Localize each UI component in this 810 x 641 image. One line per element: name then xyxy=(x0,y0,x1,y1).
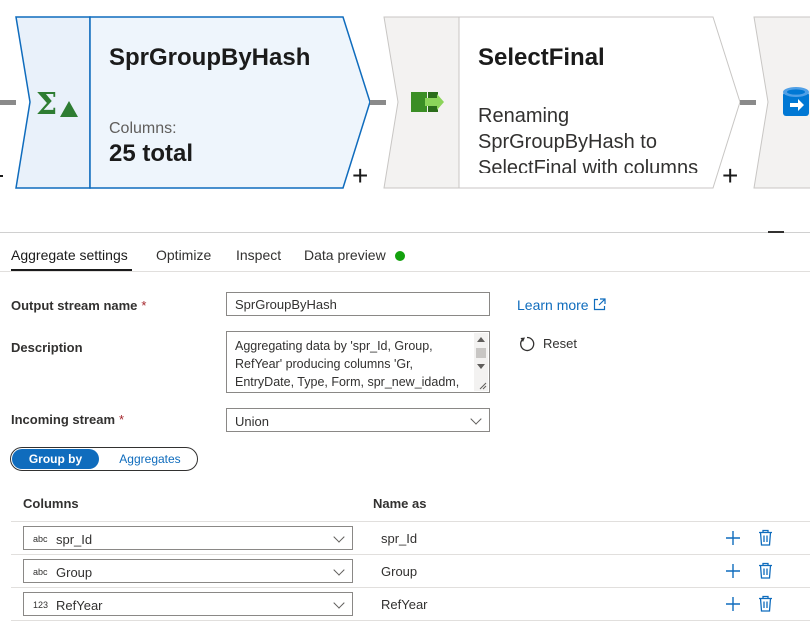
scroll-up-arrow[interactable] xyxy=(477,337,485,342)
column-value: Group xyxy=(56,565,93,580)
learn-more-text[interactable]: Learn more xyxy=(517,297,589,313)
type-tag: abc xyxy=(33,567,48,577)
chevron-down-icon xyxy=(333,597,345,609)
reset-button[interactable]: Reset xyxy=(543,336,577,351)
resize-grip-icon[interactable] xyxy=(479,382,487,390)
column-dropdown[interactable]: abc spr_Id xyxy=(23,526,353,550)
reset-icon[interactable] xyxy=(518,335,536,358)
delete-row-icon[interactable] xyxy=(758,595,773,617)
delete-row-icon[interactable] xyxy=(758,562,773,584)
node-sink-shape xyxy=(753,16,810,189)
incoming-stream-dropdown[interactable]: Union xyxy=(226,408,490,432)
groupby-aggregates-toggle[interactable]: Group by Aggregates xyxy=(10,447,198,471)
database-sink-icon xyxy=(782,86,810,125)
description-label: Description xyxy=(11,340,83,355)
description-textarea[interactable]: Aggregating data by 'spr_Id, Group, RefY… xyxy=(226,331,490,393)
tab-data-preview[interactable]: Data preview xyxy=(304,247,386,263)
tab-inspect[interactable]: Inspect xyxy=(236,247,281,263)
chevron-down-icon xyxy=(333,564,345,576)
grid-divider xyxy=(11,620,810,621)
name-as-header: Name as xyxy=(373,496,427,511)
grid-divider xyxy=(11,554,810,555)
tab-optimize[interactable]: Optimize xyxy=(156,247,211,263)
name-as-value[interactable]: Group xyxy=(381,564,417,579)
delete-row-icon[interactable] xyxy=(758,529,773,551)
tab-aggregate-settings[interactable]: Aggregate settings xyxy=(11,247,128,263)
add-row-icon[interactable] xyxy=(725,563,741,584)
column-value: spr_Id xyxy=(56,532,93,547)
chevron-down-icon xyxy=(470,413,482,425)
name-as-value[interactable]: RefYear xyxy=(381,597,428,612)
grid-divider xyxy=(11,521,810,522)
incoming-stream-label: Incoming stream * xyxy=(11,412,124,427)
aggregates-toggle-option[interactable]: Aggregates xyxy=(105,449,195,469)
incoming-stream-label-text: Incoming stream xyxy=(11,412,116,427)
type-tag: 123 xyxy=(33,600,49,610)
description-text[interactable]: Aggregating data by 'spr_Id, Group, RefY… xyxy=(235,337,467,391)
group-by-toggle-option[interactable]: Group by xyxy=(12,449,99,469)
incoming-stream-value: Union xyxy=(235,414,269,429)
output-stream-label-text: Output stream name xyxy=(11,298,138,313)
column-dropdown[interactable]: 123 RefYear xyxy=(23,592,353,616)
column-value: RefYear xyxy=(56,598,103,613)
panel-divider xyxy=(0,232,810,233)
grid-divider xyxy=(11,587,810,588)
output-stream-label: Output stream name * xyxy=(11,298,146,313)
required-marker: * xyxy=(141,298,147,313)
required-marker: * xyxy=(119,412,125,427)
add-row-icon[interactable] xyxy=(725,596,741,617)
dataflow-canvas[interactable]: Σ SprGroupByHash Columns: 25 total + Sel… xyxy=(0,0,810,232)
columns-header: Columns xyxy=(23,496,79,511)
column-dropdown[interactable]: abc Group xyxy=(23,559,353,583)
add-row-icon[interactable] xyxy=(725,530,741,551)
type-tag: abc xyxy=(33,534,48,544)
scroll-down-arrow[interactable] xyxy=(477,364,485,369)
external-link-icon[interactable] xyxy=(593,298,606,316)
name-as-value[interactable]: spr_Id xyxy=(381,531,417,546)
output-stream-name-input[interactable] xyxy=(226,292,490,316)
learn-more-link[interactable]: Learn more xyxy=(517,297,589,313)
tabs-divider xyxy=(0,271,810,272)
chevron-down-icon xyxy=(333,531,345,543)
scroll-thumb[interactable] xyxy=(476,348,486,358)
data-preview-status-dot xyxy=(395,251,405,261)
minimize-panel-button[interactable] xyxy=(768,231,784,233)
